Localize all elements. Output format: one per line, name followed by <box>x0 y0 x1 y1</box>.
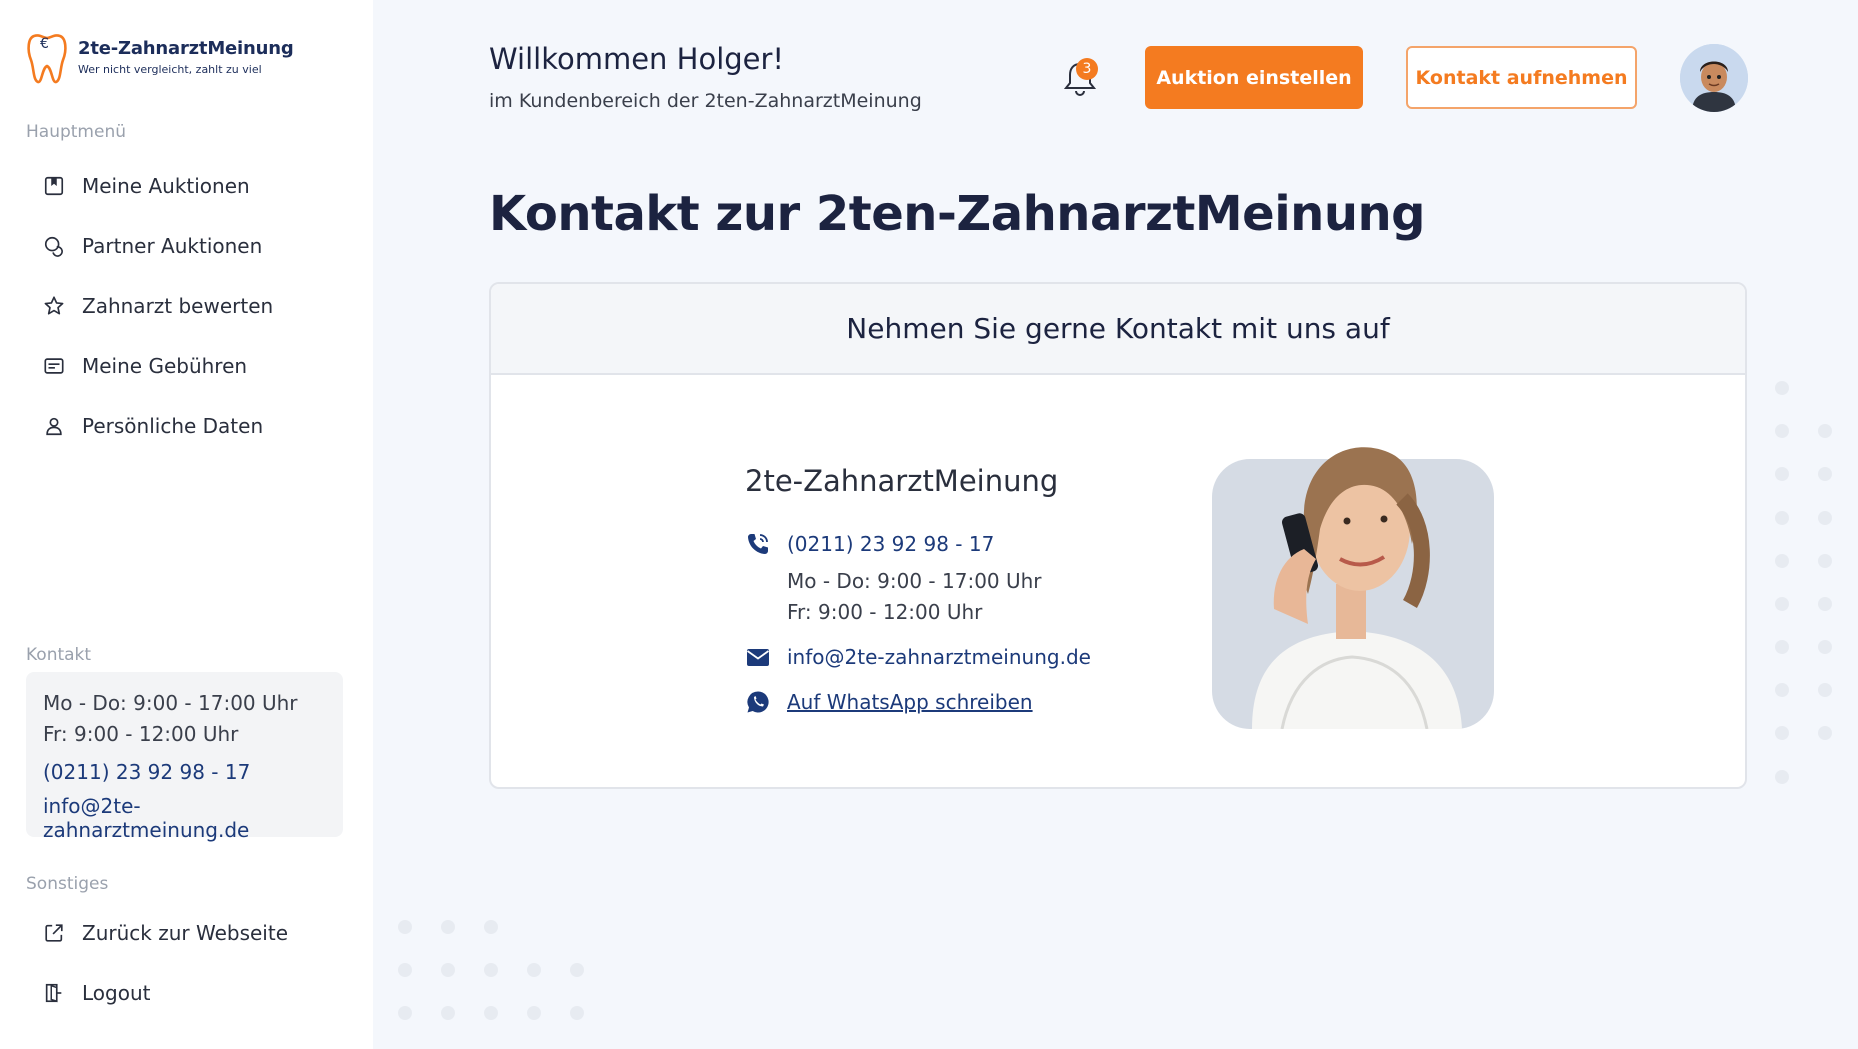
whatsapp-link[interactable]: Auf WhatsApp schreiben <box>787 690 1033 714</box>
star-icon <box>42 294 66 318</box>
contact-hours-friday: Fr: 9:00 - 12:00 Uhr <box>43 722 239 746</box>
logout-door-icon <box>42 981 66 1005</box>
sidebar-item-label: Zurück zur Webseite <box>82 921 288 945</box>
contact-us-button[interactable]: Kontakt aufnehmen <box>1406 46 1637 109</box>
svg-text:€: € <box>40 36 49 52</box>
sidebar-item-persoenliche-daten[interactable]: Persönliche Daten <box>42 406 263 446</box>
create-auction-button[interactable]: Auktion einstellen <box>1145 46 1363 109</box>
brand-logo[interactable]: € 2te-ZahnarztMeinung Wer nicht vergleic… <box>26 28 294 86</box>
support-agent-photo <box>1212 409 1494 729</box>
user-icon <box>42 414 66 438</box>
card-phone-link[interactable]: (0211) 23 92 98 - 17 <box>787 532 994 556</box>
sidebar-item-meine-gebuehren[interactable]: Meine Gebühren <box>42 346 247 386</box>
sidebar-item-zurueck-zur-webseite[interactable]: Zurück zur Webseite <box>42 913 288 953</box>
sidebar-item-label: Persönliche Daten <box>82 414 264 438</box>
card-icon <box>42 354 66 378</box>
sidebar-item-zahnarzt-bewerten[interactable]: Zahnarzt bewerten <box>42 286 273 326</box>
card-email-link[interactable]: info@2te-zahnarztmeinung.de <box>787 645 1091 669</box>
main-menu-label: Hauptmenü <box>26 122 126 142</box>
bookmark-icon <box>42 174 66 198</box>
sidebar-item-label: Meine Auktionen <box>82 174 250 198</box>
welcome-subtitle: im Kundenbereich der 2ten-ZahnarztMeinun… <box>489 90 922 112</box>
user-avatar[interactable] <box>1680 44 1748 112</box>
sidebar-contact-box: Mo - Do: 9:00 - 17:00 Uhr Fr: 9:00 - 12:… <box>26 672 343 842</box>
sidebar-phone-link[interactable]: (0211) 23 92 98 - 17 <box>43 760 326 784</box>
sidebar-item-label: Meine Gebühren <box>82 354 248 378</box>
email-row: info@2te-zahnarztmeinung.de <box>745 643 1091 671</box>
sidebar-item-partner-auktionen[interactable]: Partner Auktionen <box>42 226 262 266</box>
sidebar-item-label: Partner Auktionen <box>82 234 263 258</box>
whatsapp-icon <box>745 688 773 716</box>
sidebar-item-label: Logout <box>82 981 151 1005</box>
welcome-title: Willkommen Holger! <box>489 42 785 76</box>
phone-icon <box>745 530 773 558</box>
brand-name: 2te-ZahnarztMeinung <box>78 38 294 59</box>
sidebar-item-logout[interactable]: Logout <box>42 973 150 1013</box>
chat-bubbles-icon <box>42 234 66 258</box>
tooth-logo-icon: € <box>27 34 67 84</box>
card-hours-weekdays: Mo - Do: 9:00 - 17:00 Uhr <box>787 569 1042 593</box>
card-hours-friday: Fr: 9:00 - 12:00 Uhr <box>787 600 983 624</box>
sidebar-item-label: Zahnarzt bewerten <box>82 294 274 318</box>
contact-hours-weekdays: Mo - Do: 9:00 - 17:00 Uhr <box>43 691 298 715</box>
contact-card: Nehmen Sie gerne Kontakt mit uns auf 2te… <box>489 282 1747 789</box>
welcome-header: Willkommen Holger! im Kundenbereich der … <box>489 42 922 112</box>
sidebar: € 2te-ZahnarztMeinung Wer nicht vergleic… <box>0 0 373 1049</box>
brand-tagline: Wer nicht vergleicht, zahlt zu viel <box>78 63 262 76</box>
page-title: Kontakt zur 2ten-ZahnarztMeinung <box>489 186 1426 242</box>
contact-card-heading: Nehmen Sie gerne Kontakt mit uns auf <box>491 284 1745 375</box>
avatar-image <box>1680 44 1748 112</box>
notification-count-badge: 3 <box>1076 58 1098 80</box>
company-name: 2te-ZahnarztMeinung <box>745 464 1059 498</box>
envelope-icon <box>745 643 773 671</box>
external-link-icon <box>42 921 66 945</box>
sidebar-item-meine-auktionen[interactable]: Meine Auktionen <box>42 166 250 206</box>
sidebar-email-link[interactable]: info@2te-zahnarztmeinung.de <box>43 794 326 842</box>
notifications-button[interactable]: 3 <box>1062 58 1102 100</box>
phone-row: (0211) 23 92 98 - 17 <box>745 530 994 558</box>
card-opening-hours: Mo - Do: 9:00 - 17:00 Uhr Fr: 9:00 - 12:… <box>787 566 1042 628</box>
whatsapp-row: Auf WhatsApp schreiben <box>745 688 1033 716</box>
other-section-label: Sonstiges <box>26 874 109 894</box>
contact-section-label: Kontakt <box>26 645 92 665</box>
